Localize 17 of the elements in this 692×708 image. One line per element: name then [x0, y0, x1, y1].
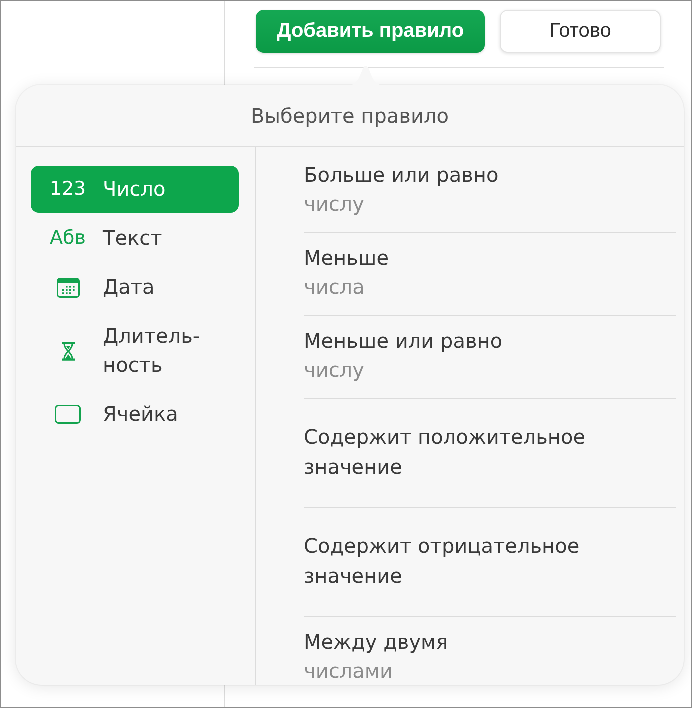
rule-item[interactable]: Меньше числа	[304, 233, 676, 315]
type-glyph: Абв	[50, 226, 86, 251]
rectangle-icon	[55, 405, 81, 424]
category-item[interactable]: Абв Текст	[31, 215, 239, 262]
calendar-icon	[56, 278, 80, 298]
category-item[interactable]: Ячейка	[31, 391, 239, 438]
type-glyph: 123	[50, 177, 86, 202]
rule-item[interactable]: Между двумя числами	[304, 617, 676, 685]
popover-title: Выберите правило	[251, 104, 449, 128]
rule-item[interactable]: Содержит отрицательное значение	[304, 508, 676, 616]
done-button[interactable]: Готово	[500, 10, 661, 53]
category-item[interactable]: Дата	[31, 264, 239, 311]
category-item[interactable]: Длитель-ность	[31, 313, 239, 389]
rule-item[interactable]: Содержит положительное значение	[304, 399, 676, 507]
rule-item[interactable]: Больше или равно числу	[304, 150, 676, 232]
hourglass-icon	[62, 342, 74, 360]
rule-item[interactable]: Меньше или равно числу	[304, 316, 676, 398]
